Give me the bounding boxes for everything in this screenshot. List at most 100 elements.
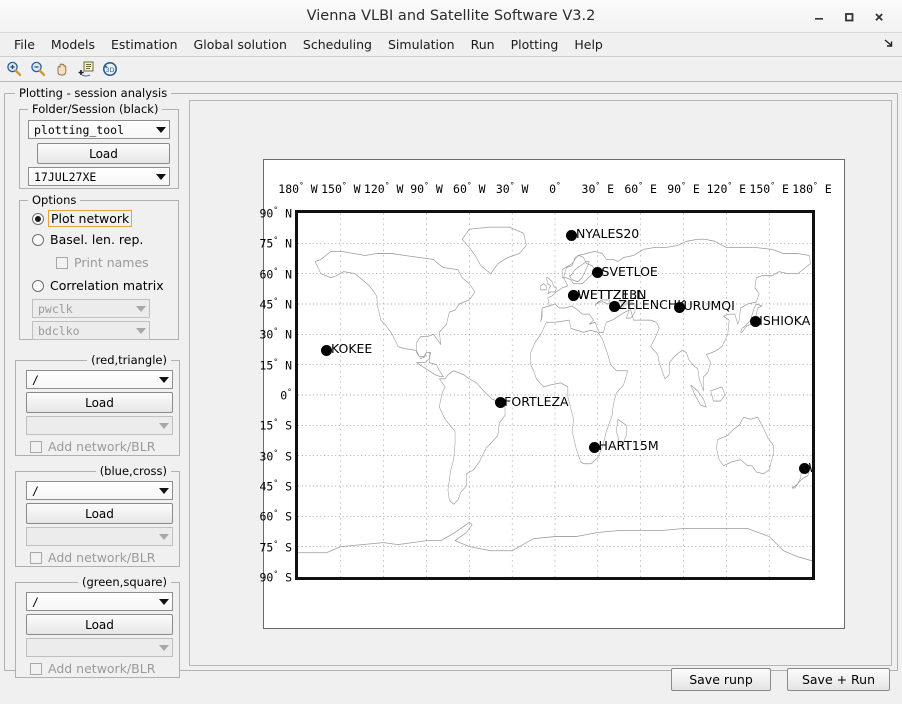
checkbox-label-print-names: Print names xyxy=(74,255,149,270)
checkbox-label-blue-add-network: Add network/BLR xyxy=(48,550,156,565)
chevron-down-icon xyxy=(133,322,149,339)
zoom-in-icon[interactable] xyxy=(3,59,25,80)
toolbar: 3D xyxy=(0,57,902,82)
radio-indicator-correlation-matrix xyxy=(32,279,44,292)
checkbox-indicator-blue-add-network xyxy=(30,551,42,564)
y-tick-label: 60° N xyxy=(259,266,292,282)
y-tick-label: 60° S xyxy=(259,508,292,524)
radio-basel-len-rep[interactable]: Basel. len. rep. xyxy=(32,232,143,247)
radio-plot-network[interactable]: Plot network xyxy=(32,210,133,227)
minimize-button[interactable] xyxy=(804,5,834,29)
radio-label-plot-network: Plot network xyxy=(48,210,133,227)
chevron-down-icon xyxy=(156,482,172,499)
x-tick-label: 90° E xyxy=(667,181,700,196)
checkbox-indicator-red-add-network xyxy=(30,440,42,453)
y-tick-label: 75° N xyxy=(259,235,292,251)
pwclk-combo[interactable]: pwclk xyxy=(32,299,150,318)
chevron-down-icon xyxy=(156,528,172,545)
panel-legend: Plotting - session analysis xyxy=(15,86,172,100)
red-load-button[interactable]: Load xyxy=(26,392,173,413)
checkbox-label-green-add-network: Add network/BLR xyxy=(48,661,156,676)
checkbox-red-add-network[interactable]: Add network/BLR xyxy=(30,439,155,454)
green-square-group: (green,square) / Load Add network/BLR xyxy=(15,575,180,678)
close-button[interactable] xyxy=(864,5,894,29)
radio-indicator-basel-len-rep xyxy=(32,233,44,246)
bdclko-combo[interactable]: bdclko xyxy=(32,321,150,340)
data-cursor-icon[interactable] xyxy=(75,59,97,80)
chevron-down-icon xyxy=(156,593,172,610)
y-tick-label: 75° S xyxy=(259,539,292,555)
blue-load-button[interactable]: Load xyxy=(26,503,173,524)
chevron-down-icon xyxy=(156,371,172,388)
menu-item-run[interactable]: Run xyxy=(463,35,503,54)
chevron-down-icon xyxy=(156,639,172,656)
map-axes[interactable]: NYALES20 SVETLOE WETTZELL WETTZ13N ZELENCHK U… xyxy=(259,181,831,584)
green-load-button[interactable]: Load xyxy=(26,614,173,635)
y-tick-label: 15° S xyxy=(259,417,292,433)
window-title: Vienna VLBI and Satellite Software V3.2 xyxy=(306,8,596,24)
plotting-session-analysis-panel: Plotting - session analysis Folder/Sessi… xyxy=(4,86,898,691)
folder-combo[interactable]: plotting_tool xyxy=(28,120,170,139)
pan-icon[interactable] xyxy=(51,59,73,80)
green-path-combo[interactable]: / xyxy=(26,592,173,611)
green-square-legend: (green,square) xyxy=(77,575,171,589)
x-tick-label: 150° W xyxy=(321,181,361,196)
bdclko-combo-value: bdclko xyxy=(38,323,80,338)
x-tick-label: 120° W xyxy=(363,181,404,196)
radio-correlation-matrix[interactable]: Correlation matrix xyxy=(32,278,164,293)
blue-path-combo[interactable]: / xyxy=(26,481,173,500)
menu-item-global-solution[interactable]: Global solution xyxy=(186,35,295,54)
station-label: NYALES20 xyxy=(575,226,640,242)
checkbox-indicator-green-add-network xyxy=(30,662,42,675)
menu-item-models[interactable]: Models xyxy=(43,35,103,54)
blue-session-combo[interactable] xyxy=(26,527,173,546)
x-tick-label: 0° xyxy=(549,181,561,196)
station-label: KOKEE xyxy=(330,341,373,357)
menu-item-scheduling[interactable]: Scheduling xyxy=(295,35,380,54)
y-tick-label: 45° N xyxy=(259,296,292,312)
checkbox-indicator-print-names xyxy=(56,256,68,269)
rotate-3d-icon[interactable]: 3D xyxy=(99,59,121,80)
zoom-out-icon[interactable] xyxy=(27,59,49,80)
menu-item-file[interactable]: File xyxy=(6,35,43,54)
station-label: FORTLEZA xyxy=(504,393,569,409)
menu-item-simulation[interactable]: Simulation xyxy=(380,35,463,54)
green-session-combo[interactable] xyxy=(26,638,173,657)
station-label: WARK12M xyxy=(808,460,812,475)
y-tick-label: 0° xyxy=(280,387,292,403)
y-tick-label: 90° S xyxy=(259,569,292,585)
x-tick-label: 30° E xyxy=(581,181,615,196)
y-tick-label: 15° N xyxy=(259,357,292,373)
plot-panel: NYALES20 SVETLOE WETTZELL WETTZ13N ZELENCHK U… xyxy=(189,100,892,666)
radio-label-basel-len-rep: Basel. len. rep. xyxy=(50,232,144,247)
menu-item-plotting[interactable]: Plotting xyxy=(503,35,567,54)
maximize-button[interactable] xyxy=(834,5,864,29)
save-run-button[interactable]: Save + Run xyxy=(787,668,890,691)
y-tick-label: 30° N xyxy=(259,326,292,342)
station-label: HART15M xyxy=(598,438,659,454)
folder-combo-value: plotting_tool xyxy=(34,122,125,137)
chevron-down-icon xyxy=(153,168,169,185)
red-session-combo[interactable] xyxy=(26,416,173,435)
radio-indicator-plot-network xyxy=(32,212,44,225)
checkbox-blue-add-network[interactable]: Add network/BLR xyxy=(30,550,155,565)
folder-session-group: Folder/Session (black) plotting_tool Loa… xyxy=(19,102,179,189)
checkbox-green-add-network[interactable]: Add network/BLR xyxy=(30,661,155,676)
folder-load-button[interactable]: Load xyxy=(37,143,170,164)
options-group: Options Plot network Basel. len. rep. Pr… xyxy=(19,193,179,340)
session-combo[interactable]: 17JUL27XE xyxy=(28,167,170,186)
checkbox-label-red-add-network: Add network/BLR xyxy=(48,439,156,454)
x-tick-label: 180° E xyxy=(792,181,832,196)
x-tick-label: 30° W xyxy=(495,181,529,196)
menu-item-help[interactable]: Help xyxy=(566,35,611,54)
save-runp-button[interactable]: Save runp xyxy=(671,668,771,691)
map-figure[interactable]: NYALES20 SVETLOE WETTZELL WETTZ13N ZELENCHK U… xyxy=(259,159,845,629)
menu-item-estimation[interactable]: Estimation xyxy=(103,35,186,54)
y-tick-label: 30° S xyxy=(259,448,292,464)
red-path-combo[interactable]: / xyxy=(26,370,173,389)
checkbox-print-names[interactable]: Print names xyxy=(56,255,149,270)
y-tick-label: 90° N xyxy=(259,205,292,221)
chevron-down-icon xyxy=(153,121,169,138)
red-path-combo-value: / xyxy=(32,372,39,387)
overflow-arrow-icon[interactable] xyxy=(883,37,896,53)
